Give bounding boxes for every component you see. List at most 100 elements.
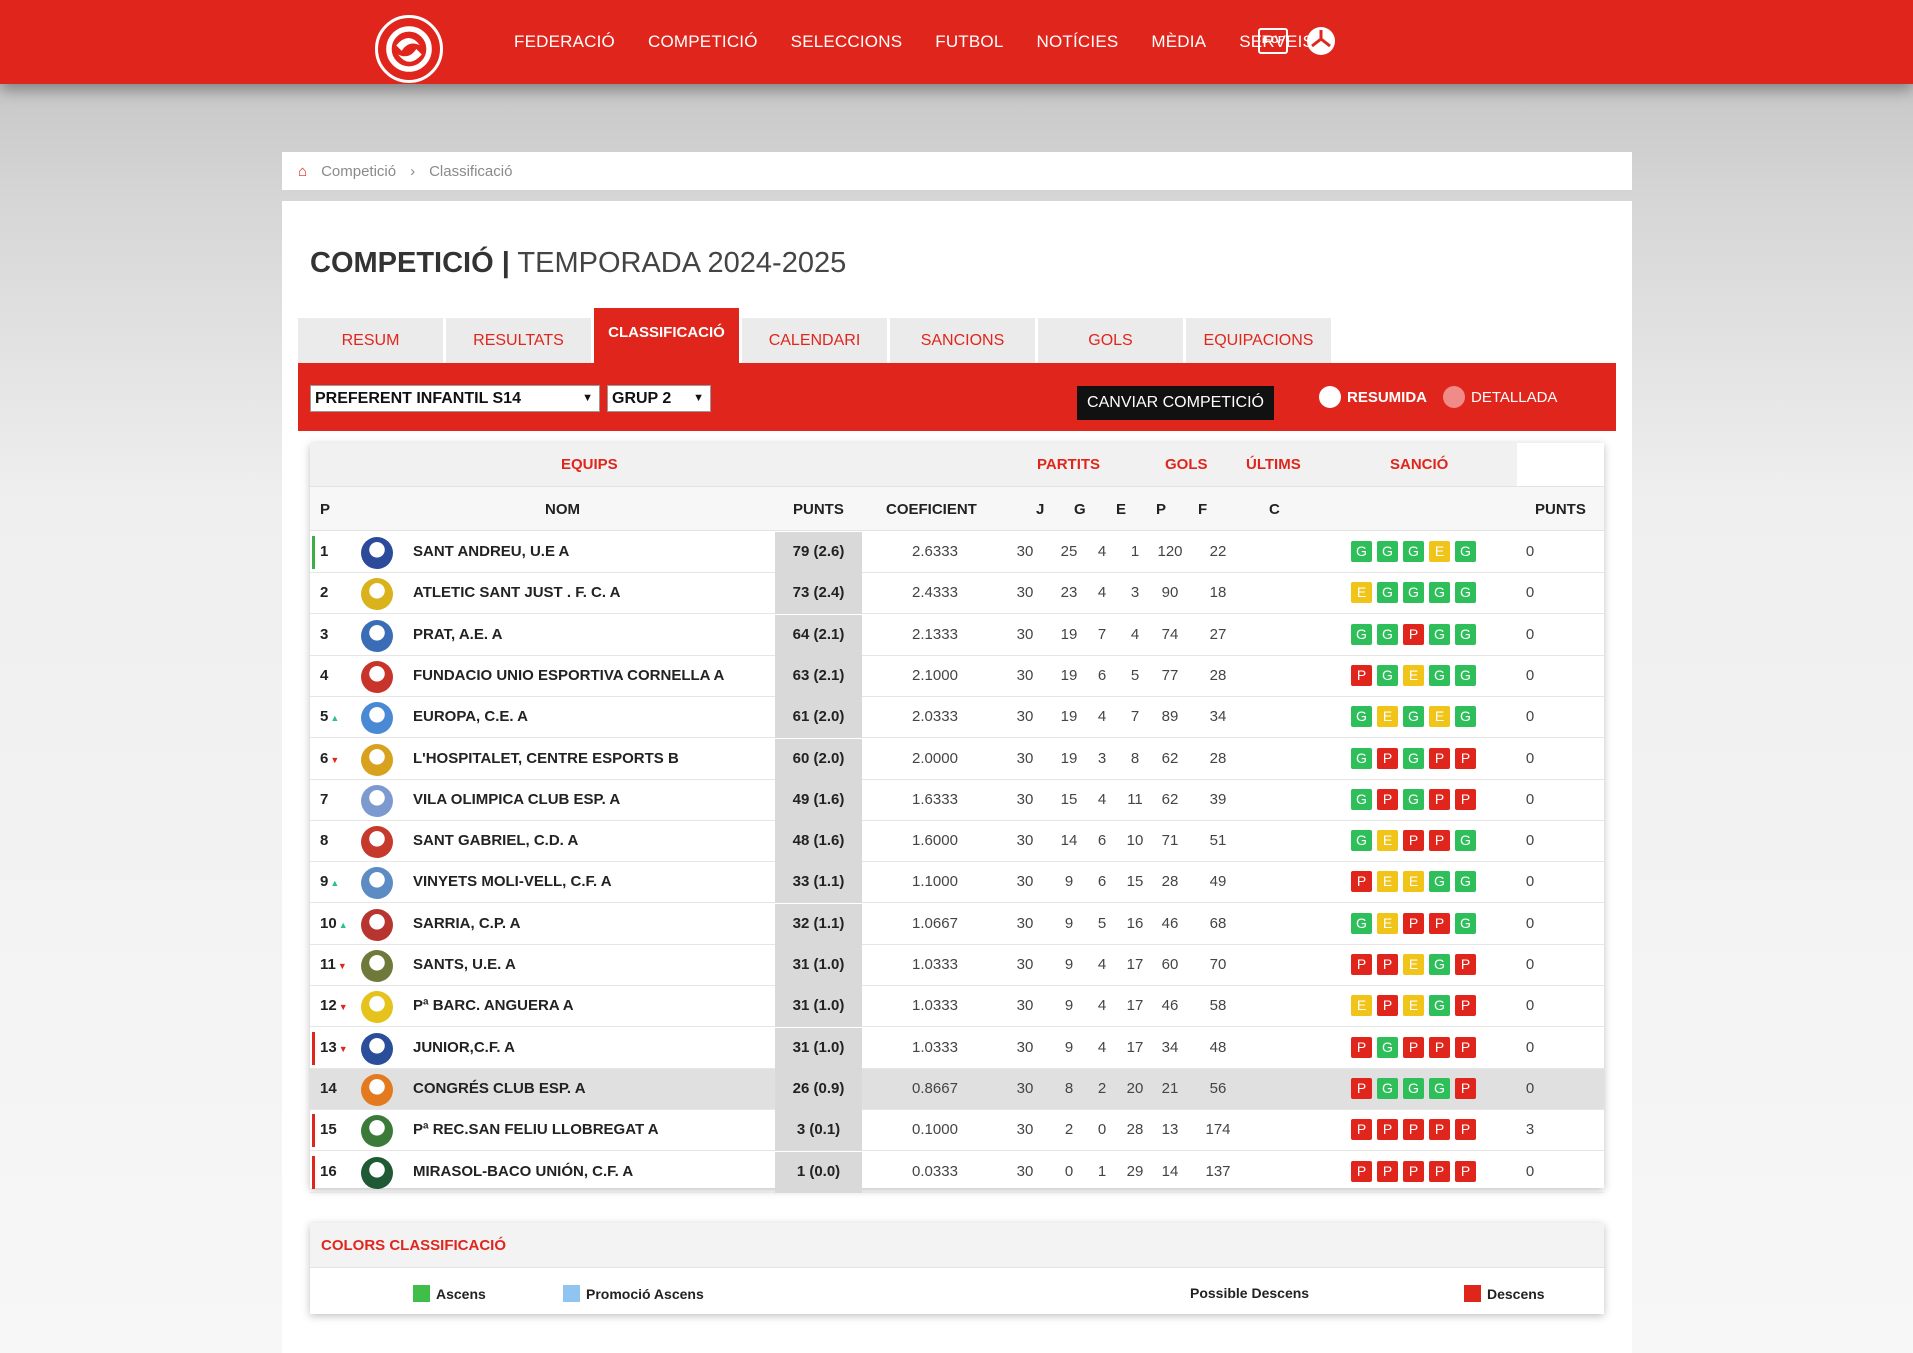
team-name[interactable]: L'HOSPITALET, CENTRE ESPORTS B bbox=[413, 750, 679, 767]
tab-item[interactable]: RESULTATS bbox=[446, 318, 591, 364]
result-badge: G bbox=[1403, 788, 1424, 810]
result-badge: G bbox=[1377, 582, 1398, 604]
view-detail-label: DETALLADA bbox=[1471, 388, 1558, 406]
table-row[interactable]: 7 VILA OLIMPICA CLUB ESP. A 49 (1.6) 1.6333… bbox=[310, 779, 1604, 821]
table-row[interactable]: 8 SANT GABRIEL, C.D. A 48 (1.6) 1.6000 30 14 6… bbox=[310, 821, 1604, 863]
table-row[interactable]: 2 ATLETIC SANT JUST . F. C. A 73 (2.4) 2.43… bbox=[310, 573, 1604, 615]
stat-f: 62 bbox=[1161, 790, 1179, 808]
result-badge: G bbox=[1377, 623, 1398, 645]
table-row[interactable]: 11 ▼ SANTS, U.E. A 31 (1.0) 1.0333 30 9 4 17 60 70… bbox=[310, 945, 1604, 986]
tab-item[interactable]: CALENDARI bbox=[742, 318, 887, 364]
team-name[interactable]: SANTS, U.E. A bbox=[413, 956, 516, 973]
stat-p: 5 bbox=[1130, 666, 1140, 684]
result-badge: P bbox=[1351, 871, 1372, 893]
stat-j: 30 bbox=[1016, 708, 1034, 726]
team-name[interactable]: JUNIOR,C.F. A bbox=[413, 1039, 515, 1056]
stat-j: 30 bbox=[1016, 1038, 1034, 1056]
football-icon[interactable] bbox=[1306, 26, 1336, 56]
stat-c: 58 bbox=[1209, 997, 1227, 1015]
table-row[interactable]: 16 MIRASOL-BACO UNIÓN, C.F. A 1 (0.0) 0.033… bbox=[310, 1151, 1604, 1193]
col-goals-for: F bbox=[1198, 501, 1208, 518]
top-navigation-bar: FEDERACIÓ COMPETICIÓ SELECCIONS FUTBOL NOTÍC… bbox=[0, 0, 1913, 84]
result-badge: P bbox=[1429, 788, 1450, 810]
team-name[interactable]: SANT ANDREU, U.E A bbox=[413, 543, 569, 560]
table-row[interactable]: 3 PRAT, A.E. A 64 (2.1) 2.1333 30 19 7 4 74 27 G G P… bbox=[310, 614, 1604, 656]
stat-c: 18 bbox=[1209, 584, 1227, 602]
table-row[interactable]: 1 SANT ANDREU, U.E A 79 (2.6) 2.6333 30 25 4 1 1… bbox=[310, 532, 1604, 573]
group-select[interactable]: GRUP 2 ▼ bbox=[607, 385, 711, 412]
team-name[interactable]: FUNDACIO UNIO ESPORTIVA CORNELLA A bbox=[413, 667, 724, 684]
nav-item[interactable]: SELECCIONS bbox=[791, 32, 903, 52]
tab-item[interactable]: GOLS bbox=[1038, 318, 1183, 364]
home-icon[interactable]: ⌂ bbox=[298, 163, 307, 180]
team-name[interactable]: SANT GABRIEL, C.D. A bbox=[413, 832, 578, 849]
result-badge: G bbox=[1429, 582, 1450, 604]
result-badge: P bbox=[1403, 1160, 1424, 1182]
stat-f: 62 bbox=[1161, 749, 1179, 767]
team-name[interactable]: Pª BARC. ANGUERA A bbox=[413, 997, 574, 1014]
team-crest-icon bbox=[361, 1032, 393, 1065]
table-row[interactable]: 6 ▼ L'HOSPITALET, CENTRE ESPORTS B 60 (2.0)… bbox=[310, 738, 1604, 780]
sanction-points: 0 bbox=[1525, 832, 1535, 850]
view-detail-radio[interactable]: DETALLADA bbox=[1443, 386, 1557, 408]
group-header-matches: PARTITS bbox=[1037, 456, 1101, 473]
result-badge: G bbox=[1403, 1077, 1424, 1099]
nav-item[interactable]: FUTBOL bbox=[935, 32, 1003, 52]
tab-item[interactable]: SANCIONS bbox=[890, 318, 1035, 364]
row-position: 8 bbox=[320, 832, 328, 849]
team-coefficient: 0.0333 bbox=[912, 1162, 958, 1180]
table-row[interactable]: 5 ▲ EUROPA, C.E. A 61 (2.0) 2.0333 30 19 4 7 89 34… bbox=[310, 697, 1604, 739]
change-competition-button[interactable]: CANVIAR COMPETICIÓ bbox=[1077, 386, 1274, 420]
tab-item[interactable]: RESUM bbox=[298, 318, 443, 364]
team-name[interactable]: SARRIA, C.P. A bbox=[413, 915, 521, 932]
table-row[interactable]: 4 FUNDACIO UNIO ESPORTIVA CORNELLA A 63 (2… bbox=[310, 655, 1604, 697]
team-name[interactable]: MIRASOL-BACO UNIÓN, C.F. A bbox=[413, 1163, 633, 1180]
stat-c: 48 bbox=[1209, 1038, 1227, 1056]
team-name[interactable]: ATLETIC SANT JUST . F. C. A bbox=[413, 584, 621, 601]
table-row[interactable]: 9 ▲ VINYETS MOLI-VELL, C.F. A 33 (1.1) 1.100… bbox=[310, 862, 1604, 904]
position-value: 11 bbox=[320, 956, 336, 973]
team-name[interactable]: EUROPA, C.E. A bbox=[413, 708, 528, 725]
team-name[interactable]: PRAT, A.E. A bbox=[413, 626, 502, 643]
team-name[interactable]: CONGRÉS CLUB ESP. A bbox=[413, 1080, 586, 1097]
group-header-row: EQUIPS PARTITS GOLS ÚLTIMS SANCIÓ bbox=[310, 443, 1517, 486]
competition-select[interactable]: PREFERENT INFANTIL S14 ▼ bbox=[310, 385, 600, 412]
team-name[interactable]: VINYETS MOLI-VELL, C.F. A bbox=[413, 873, 612, 890]
nav-item[interactable]: COMPETICIÓ bbox=[648, 32, 758, 52]
sanction-points: 0 bbox=[1525, 625, 1535, 643]
stat-g: 0 bbox=[1064, 1162, 1074, 1180]
table-row[interactable]: 15 Pª REC.SAN FELIU LLOBREGAT A 3 (0.1) 0.1… bbox=[310, 1110, 1604, 1152]
row-position: 16 bbox=[320, 1163, 337, 1180]
sanction-points: 0 bbox=[1525, 584, 1535, 602]
stat-e: 4 bbox=[1097, 997, 1107, 1015]
tab-item[interactable]: EQUIPACIONS bbox=[1186, 318, 1331, 364]
nav-item[interactable]: MÈDIA bbox=[1151, 32, 1206, 52]
col-won: G bbox=[1074, 501, 1086, 518]
ifcf-icon[interactable]: iFCF bbox=[1258, 28, 1288, 54]
stat-g: 9 bbox=[1064, 956, 1074, 973]
breadcrumb-competicio[interactable]: Competició bbox=[321, 163, 396, 180]
stat-g: 19 bbox=[1060, 625, 1078, 643]
result-badge: G bbox=[1351, 830, 1372, 852]
result-badge: G bbox=[1455, 541, 1476, 562]
stat-f: 74 bbox=[1161, 625, 1179, 643]
table-row[interactable]: 12 ▼ Pª BARC. ANGUERA A 31 (1.0) 1.0333 30 9 4 1… bbox=[310, 986, 1604, 1028]
fcf-logo[interactable] bbox=[375, 15, 443, 83]
result-badge: G bbox=[1351, 747, 1372, 769]
team-name[interactable]: Pª REC.SAN FELIU LLOBREGAT A bbox=[413, 1121, 659, 1138]
result-badge: P bbox=[1455, 995, 1476, 1017]
table-row[interactable]: 10 ▲ SARRIA, C.P. A 32 (1.1) 1.0667 30 9 5 16 46 6… bbox=[310, 903, 1604, 945]
tab-item[interactable]: CLASSIFICACIÓ bbox=[594, 308, 739, 364]
table-row[interactable]: 13 ▼ JUNIOR,C.F. A 31 (1.0) 1.0333 30 9 4 17 34 48… bbox=[310, 1027, 1604, 1069]
team-name[interactable]: VILA OLIMPICA CLUB ESP. A bbox=[413, 791, 620, 808]
nav-item[interactable]: FEDERACIÓ bbox=[514, 32, 615, 52]
result-badge: P bbox=[1455, 788, 1476, 810]
table-row[interactable]: 14 CONGRÉS CLUB ESP. A 26 (0.9) 0.8667 30 8 2 2… bbox=[310, 1068, 1604, 1110]
trend-down-icon: ▼ bbox=[338, 1043, 348, 1054]
team-coefficient: 2.0000 bbox=[912, 749, 958, 767]
result-badge: P bbox=[1351, 1119, 1372, 1141]
nav-item[interactable]: NOTÍCIES bbox=[1037, 32, 1119, 52]
row-position: 10 ▲ bbox=[320, 915, 348, 932]
view-summary-radio[interactable]: RESUMIDA bbox=[1319, 386, 1427, 408]
stat-e: 6 bbox=[1097, 873, 1107, 891]
